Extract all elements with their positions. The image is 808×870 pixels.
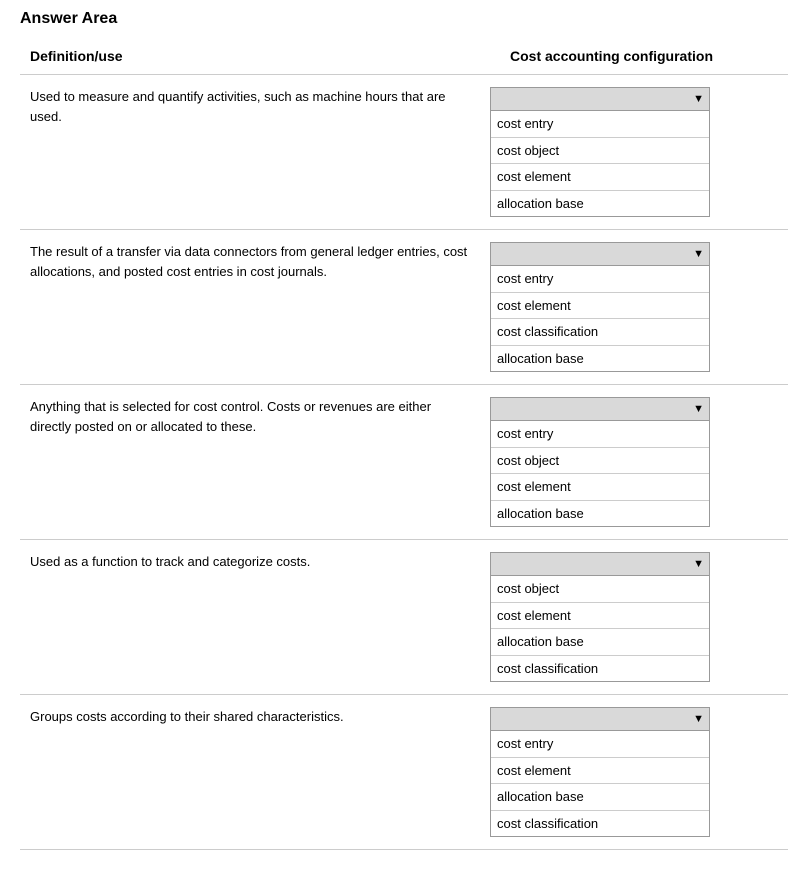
list-item[interactable]: allocation base bbox=[491, 783, 709, 810]
chevron-down-icon: ▼ bbox=[693, 93, 704, 105]
list-item[interactable]: cost classification bbox=[491, 810, 709, 837]
chevron-down-icon: ▼ bbox=[693, 713, 704, 725]
dropdown-options-1: cost entrycost objectcost elementallocat… bbox=[490, 111, 710, 217]
list-item[interactable]: cost entry bbox=[491, 266, 709, 292]
list-item[interactable]: cost element bbox=[491, 757, 709, 784]
dropdown-select-2[interactable]: ▼ bbox=[490, 242, 710, 266]
list-item[interactable]: allocation base bbox=[491, 628, 709, 655]
definition-text: Used to measure and quantify activities,… bbox=[30, 87, 490, 126]
dropdown-container: ▼ cost entrycost objectcost elementalloca… bbox=[490, 397, 778, 527]
column-header-definition: Definition/use bbox=[30, 48, 510, 64]
list-item[interactable]: cost classification bbox=[491, 318, 709, 345]
list-item[interactable]: cost object bbox=[491, 137, 709, 164]
dropdown-options-5: cost entrycost elementallocation basecos… bbox=[490, 731, 710, 837]
dropdown-select-5[interactable]: ▼ bbox=[490, 707, 710, 731]
dropdown-container: ▼ cost entrycost objectcost elementalloca… bbox=[490, 87, 778, 217]
definition-text: Used as a function to track and categori… bbox=[30, 552, 490, 572]
dropdown-options-4: cost objectcost elementallocation baseco… bbox=[490, 576, 710, 682]
dropdown-container: ▼ cost entrycost elementallocation baseco… bbox=[490, 707, 778, 837]
list-item[interactable]: cost element bbox=[491, 292, 709, 319]
dropdown-select-1[interactable]: ▼ bbox=[490, 87, 710, 111]
chevron-down-icon: ▼ bbox=[693, 558, 704, 570]
definition-text: Anything that is selected for cost contr… bbox=[30, 397, 490, 436]
dropdown-options-3: cost entrycost objectcost elementallocat… bbox=[490, 421, 710, 527]
list-item[interactable]: cost element bbox=[491, 163, 709, 190]
definition-text: Groups costs according to their shared c… bbox=[30, 707, 490, 727]
list-item[interactable]: cost object bbox=[491, 447, 709, 474]
list-item[interactable]: cost element bbox=[491, 473, 709, 500]
dropdown-select-3[interactable]: ▼ bbox=[490, 397, 710, 421]
page-title: Answer Area bbox=[20, 10, 788, 28]
chevron-down-icon: ▼ bbox=[693, 248, 704, 260]
list-item[interactable]: cost classification bbox=[491, 655, 709, 682]
dropdown-select-4[interactable]: ▼ bbox=[490, 552, 710, 576]
list-item[interactable]: cost element bbox=[491, 602, 709, 629]
list-item[interactable]: cost object bbox=[491, 576, 709, 602]
table-row: The result of a transfer via data connec… bbox=[20, 229, 788, 384]
definition-text: The result of a transfer via data connec… bbox=[30, 242, 490, 281]
list-item[interactable]: allocation base bbox=[491, 500, 709, 527]
table-row: Used to measure and quantify activities,… bbox=[20, 74, 788, 229]
chevron-down-icon: ▼ bbox=[693, 403, 704, 415]
dropdown-container: ▼ cost entrycost elementcost classificati… bbox=[490, 242, 778, 372]
list-item[interactable]: cost entry bbox=[491, 421, 709, 447]
column-header-config: Cost accounting configuration bbox=[510, 48, 788, 64]
table-row: Anything that is selected for cost contr… bbox=[20, 384, 788, 539]
dropdown-container: ▼ cost objectcost elementallocation basec… bbox=[490, 552, 778, 682]
list-item[interactable]: cost entry bbox=[491, 111, 709, 137]
dropdown-options-2: cost entrycost elementcost classificatio… bbox=[490, 266, 710, 372]
list-item[interactable]: cost entry bbox=[491, 731, 709, 757]
list-item[interactable]: allocation base bbox=[491, 190, 709, 217]
answer-area-content: Used to measure and quantify activities,… bbox=[20, 74, 788, 850]
table-row: Used as a function to track and categori… bbox=[20, 539, 788, 694]
table-row: Groups costs according to their shared c… bbox=[20, 694, 788, 850]
list-item[interactable]: allocation base bbox=[491, 345, 709, 372]
